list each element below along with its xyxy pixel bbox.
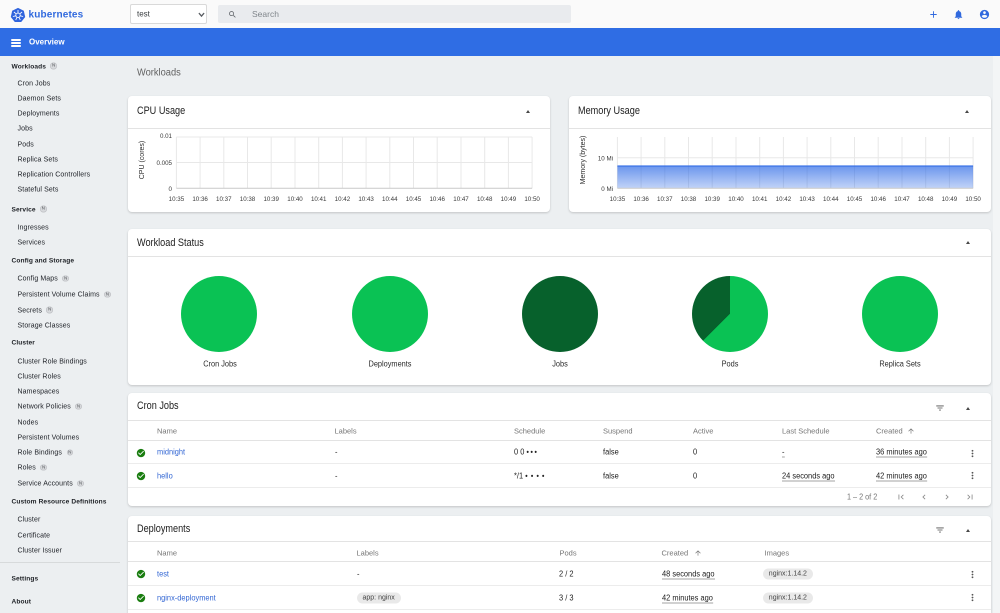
svg-text:10:42: 10:42 [335,196,351,203]
svg-text:10:41: 10:41 [311,196,327,203]
svg-text:10:35: 10:35 [610,196,626,203]
svg-text:10:40: 10:40 [728,196,744,203]
svg-text:10:47: 10:47 [453,196,469,203]
svg-text:10:39: 10:39 [704,196,720,203]
svg-text:0.005: 0.005 [157,160,173,167]
svg-text:0.01: 0.01 [160,133,173,140]
svg-text:10:35: 10:35 [169,196,185,203]
svg-text:10:44: 10:44 [823,196,839,203]
svg-text:0 Mi: 0 Mi [601,186,613,193]
svg-text:10:49: 10:49 [501,196,517,203]
svg-text:10:42: 10:42 [776,196,792,203]
svg-text:0: 0 [169,186,173,193]
svg-text:10:43: 10:43 [358,196,374,203]
svg-text:CPU (cores): CPU (cores) [139,141,146,180]
svg-text:10:48: 10:48 [477,196,493,203]
svg-text:10:38: 10:38 [681,196,697,203]
svg-text:10:48: 10:48 [918,196,934,203]
svg-text:10:46: 10:46 [429,196,445,203]
svg-text:10:36: 10:36 [192,196,208,203]
svg-text:10:39: 10:39 [263,196,279,203]
svg-text:10:43: 10:43 [799,196,815,203]
svg-text:10:46: 10:46 [870,196,886,203]
svg-text:10:37: 10:37 [657,196,673,203]
svg-text:Memory (bytes): Memory (bytes) [580,136,587,185]
svg-text:10:37: 10:37 [216,196,232,203]
svg-text:10:50: 10:50 [965,196,981,203]
svg-text:10:38: 10:38 [240,196,256,203]
svg-text:10:40: 10:40 [287,196,303,203]
svg-text:10:47: 10:47 [894,196,910,203]
svg-text:10:44: 10:44 [382,196,398,203]
svg-text:10:36: 10:36 [633,196,649,203]
svg-text:10 Mi: 10 Mi [598,155,613,162]
svg-text:10:50: 10:50 [524,196,540,203]
svg-text:10:49: 10:49 [942,196,958,203]
svg-text:10:45: 10:45 [406,196,422,203]
svg-text:10:41: 10:41 [752,196,768,203]
svg-text:10:45: 10:45 [847,196,863,203]
